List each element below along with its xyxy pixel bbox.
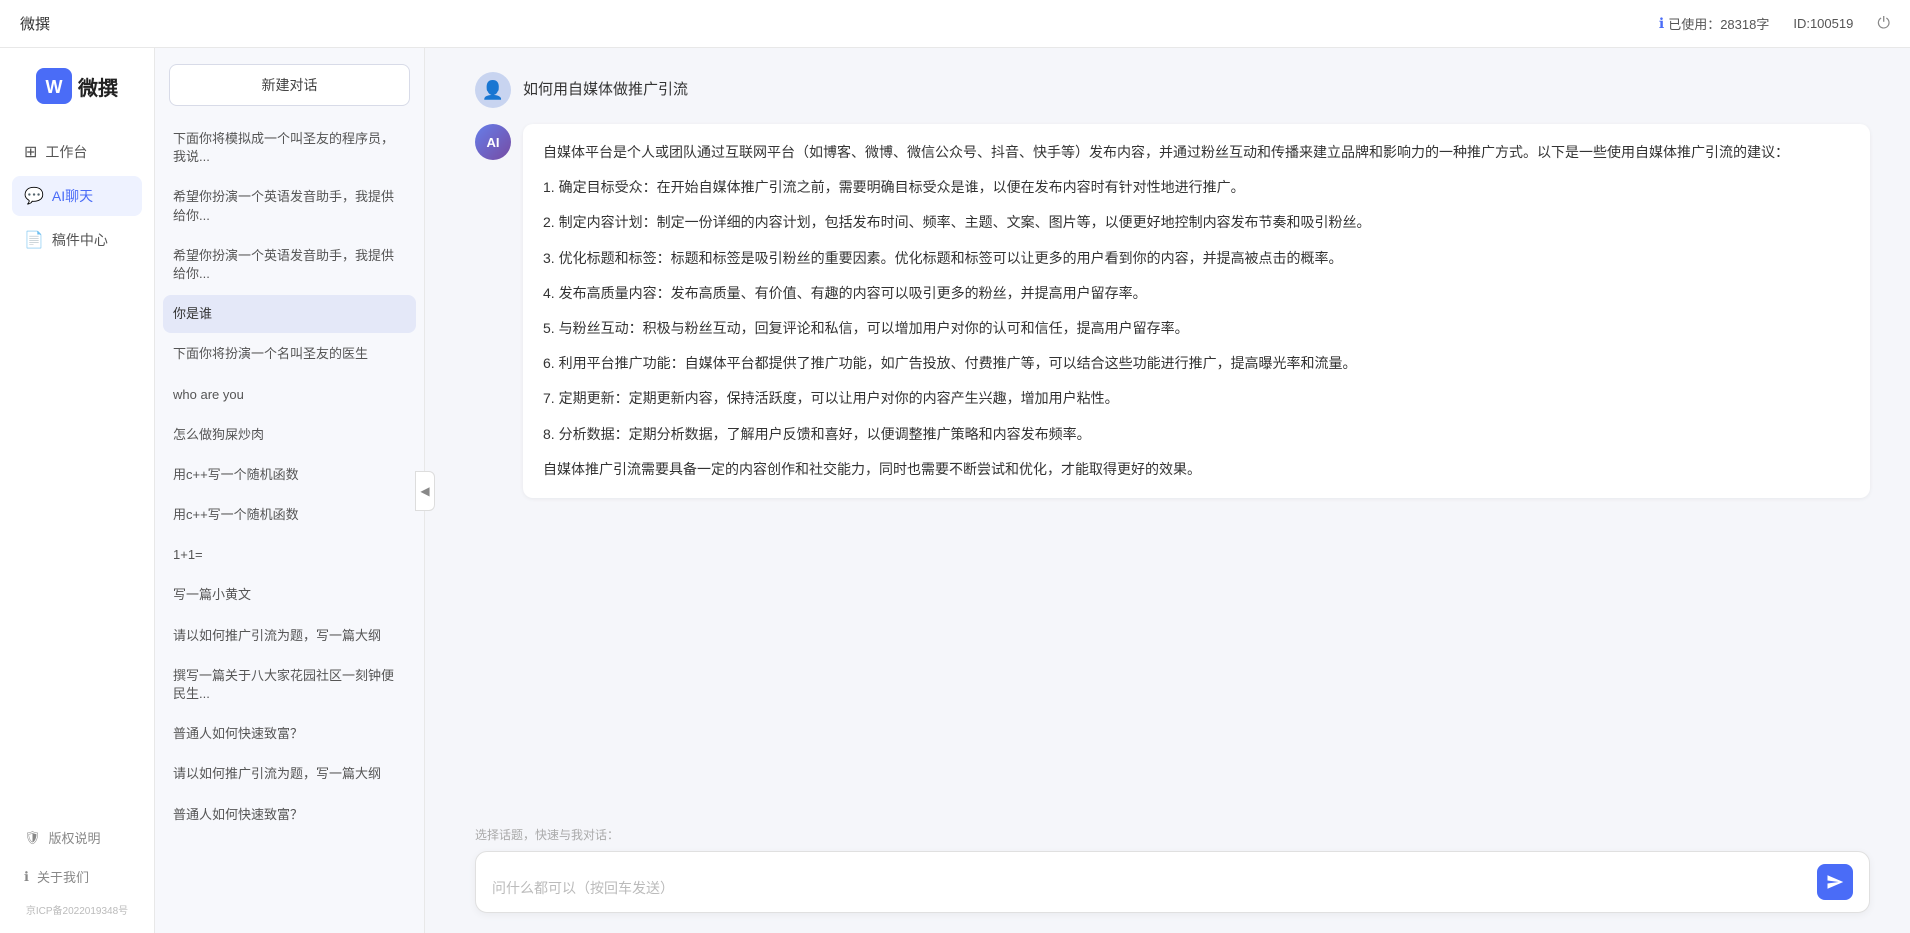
collapse-toggle[interactable]: ◀: [415, 471, 435, 511]
history-item[interactable]: 撰写一篇关于八大家花园社区一刻钟便民生...: [163, 657, 416, 713]
send-icon: [1826, 873, 1844, 891]
history-item[interactable]: 普通人如何快速致富？: [163, 796, 416, 834]
avatar: 👤: [475, 72, 511, 108]
sidebar-item-label: 稿件中心: [52, 230, 108, 250]
ai-paragraph: 6. 利用平台推广功能：自媒体平台都提供了推广功能，如广告投放、付费推广等，可以…: [543, 351, 1850, 376]
ai-avatar: AI: [475, 124, 511, 160]
chat-history-panel: 新建对话 下面你将模拟成一个叫圣友的程序员，我说... 希望你扮演一个英语发音助…: [155, 48, 425, 933]
ai-paragraph: 4. 发布高质量内容：发布高质量、有价值、有趣的内容可以吸引更多的粉丝，并提高用…: [543, 281, 1850, 306]
sidebar-logo: W 微撰: [36, 68, 118, 104]
ai-content: 自媒体平台是个人或团队通过互联网平台（如博客、微博、微信公众号、抖音、快手等）发…: [523, 124, 1870, 498]
logo-icon: W: [36, 68, 72, 104]
chat-main: 👤 如何用自媒体做推广引流 AI 自媒体平台是个人或团队通过互联网平台（如博客、…: [435, 48, 1910, 933]
chat-input-area: 选择话题，快速与我对话：: [435, 816, 1910, 933]
history-item[interactable]: 用c++写一个随机函数: [163, 456, 416, 494]
sidebar-item-ai-chat[interactable]: 💬 AI聊天: [12, 176, 142, 216]
ai-paragraph: 8. 分析数据：定期分析数据，了解用户反馈和喜好，以便调整推广策略和内容发布频率…: [543, 422, 1850, 447]
history-item[interactable]: 用c++写一个随机函数: [163, 496, 416, 534]
doc-icon: 📄: [24, 230, 44, 250]
user-message: 👤 如何用自媒体做推广引流: [475, 72, 1870, 108]
sidebar-nav: ⊞ 工作台 💬 AI聊天 📄 稿件中心: [0, 132, 154, 260]
ai-paragraph: 1. 确定目标受众：在开始自媒体推广引流之前，需要明确目标受众是谁，以便在发布内…: [543, 175, 1850, 200]
history-list: 下面你将模拟成一个叫圣友的程序员，我说... 希望你扮演一个英语发音助手，我提供…: [155, 116, 424, 933]
sidebar-item-copyright[interactable]: 🛡 版权说明: [12, 820, 142, 855]
ai-paragraph: 自媒体平台是个人或团队通过互联网平台（如博客、微博、微信公众号、抖音、快手等）发…: [543, 140, 1850, 165]
user-message-text: 如何用自媒体做推广引流: [523, 72, 688, 99]
info-icon: ℹ: [1659, 15, 1664, 32]
chat-input[interactable]: [492, 878, 1809, 900]
usage-text: 已使用：28318字: [1668, 14, 1769, 33]
history-item[interactable]: 请以如何推广引流为题，写一篇大纲: [163, 617, 416, 655]
sidebar-item-about[interactable]: ℹ 关于我们: [12, 859, 142, 894]
icp-text: 京ICP备2022019348号: [12, 898, 142, 917]
message-group: 👤 如何用自媒体做推广引流 AI 自媒体平台是个人或团队通过互联网平台（如博客、…: [475, 72, 1870, 498]
topbar-id: ID:100519: [1793, 16, 1853, 31]
history-item[interactable]: 希望你扮演一个英语发音助手，我提供给你...: [163, 178, 416, 234]
history-item[interactable]: 请以如何推广引流为题，写一篇大纲: [163, 755, 416, 793]
history-item[interactable]: 下面你将模拟成一个叫圣友的程序员，我说...: [163, 120, 416, 176]
logo-text: 微撰: [78, 72, 118, 101]
grid-icon: ⊞: [24, 142, 37, 162]
info-circle-icon: ℹ: [24, 869, 29, 885]
history-item[interactable]: 普通人如何快速致富？: [163, 715, 416, 753]
sidebar-item-label: 工作台: [45, 142, 87, 162]
sidebar-item-label: AI聊天: [52, 186, 93, 206]
svg-text:W: W: [46, 77, 63, 97]
input-box: [475, 851, 1870, 913]
ai-paragraph: 7. 定期更新：定期更新内容，保持活跃度，可以让用户对你的内容产生兴趣，增加用户…: [543, 386, 1850, 411]
send-button[interactable]: [1817, 864, 1853, 900]
topbar-right: ℹ 已使用：28318字 ID:100519 ⏻: [1659, 14, 1890, 33]
ai-paragraph: 自媒体推广引流需要具备一定的内容创作和社交能力，同时也需要不断尝试和优化，才能取…: [543, 457, 1850, 482]
history-item[interactable]: 怎么做狗屎炒肉: [163, 416, 416, 454]
sidebar-item-workbench[interactable]: ⊞ 工作台: [12, 132, 142, 172]
power-icon[interactable]: ⏻: [1877, 15, 1890, 33]
ai-message: AI 自媒体平台是个人或团队通过互联网平台（如博客、微博、微信公众号、抖音、快手…: [475, 124, 1870, 498]
ai-paragraph: 5. 与粉丝互动：积极与粉丝互动，回复评论和私信，可以增加用户对你的认可和信任，…: [543, 316, 1850, 341]
shield-icon: 🛡: [24, 830, 41, 846]
sidebar-item-drafts[interactable]: 📄 稿件中心: [12, 220, 142, 260]
sidebar-bottom: 🛡 版权说明 ℹ 关于我们 京ICP备2022019348号: [0, 820, 154, 933]
chat-icon: 💬: [24, 186, 44, 206]
history-item[interactable]: who are you: [163, 376, 416, 414]
topbar-usage: ℹ 已使用：28318字: [1659, 14, 1769, 33]
history-item[interactable]: 写一篇小黄文: [163, 576, 416, 614]
ai-paragraph: 2. 制定内容计划：制定一份详细的内容计划，包括发布时间、频率、主题、文案、图片…: [543, 210, 1850, 235]
new-chat-button[interactable]: 新建对话: [169, 64, 410, 106]
quick-topics-label: 选择话题，快速与我对话：: [475, 826, 1870, 843]
history-item[interactable]: 下面你将扮演一个名叫圣友的医生: [163, 335, 416, 373]
ai-paragraph: 3. 优化标题和标签：标题和标签是吸引粉丝的重要因素。优化标题和标签可以让更多的…: [543, 246, 1850, 271]
history-item[interactable]: 你是谁: [163, 295, 416, 333]
history-item[interactable]: 1+1=: [163, 536, 416, 574]
topbar-title: 微撰: [20, 13, 1659, 34]
chat-messages: 👤 如何用自媒体做推广引流 AI 自媒体平台是个人或团队通过互联网平台（如博客、…: [435, 48, 1910, 816]
history-item[interactable]: 希望你扮演一个英语发音助手，我提供给你...: [163, 237, 416, 293]
topbar: 微撰 ℹ 已使用：28318字 ID:100519 ⏻: [0, 0, 1910, 48]
sidebar: W 微撰 ⊞ 工作台 💬 AI聊天 📄 稿件中心 🛡 版权说明: [0, 48, 155, 933]
